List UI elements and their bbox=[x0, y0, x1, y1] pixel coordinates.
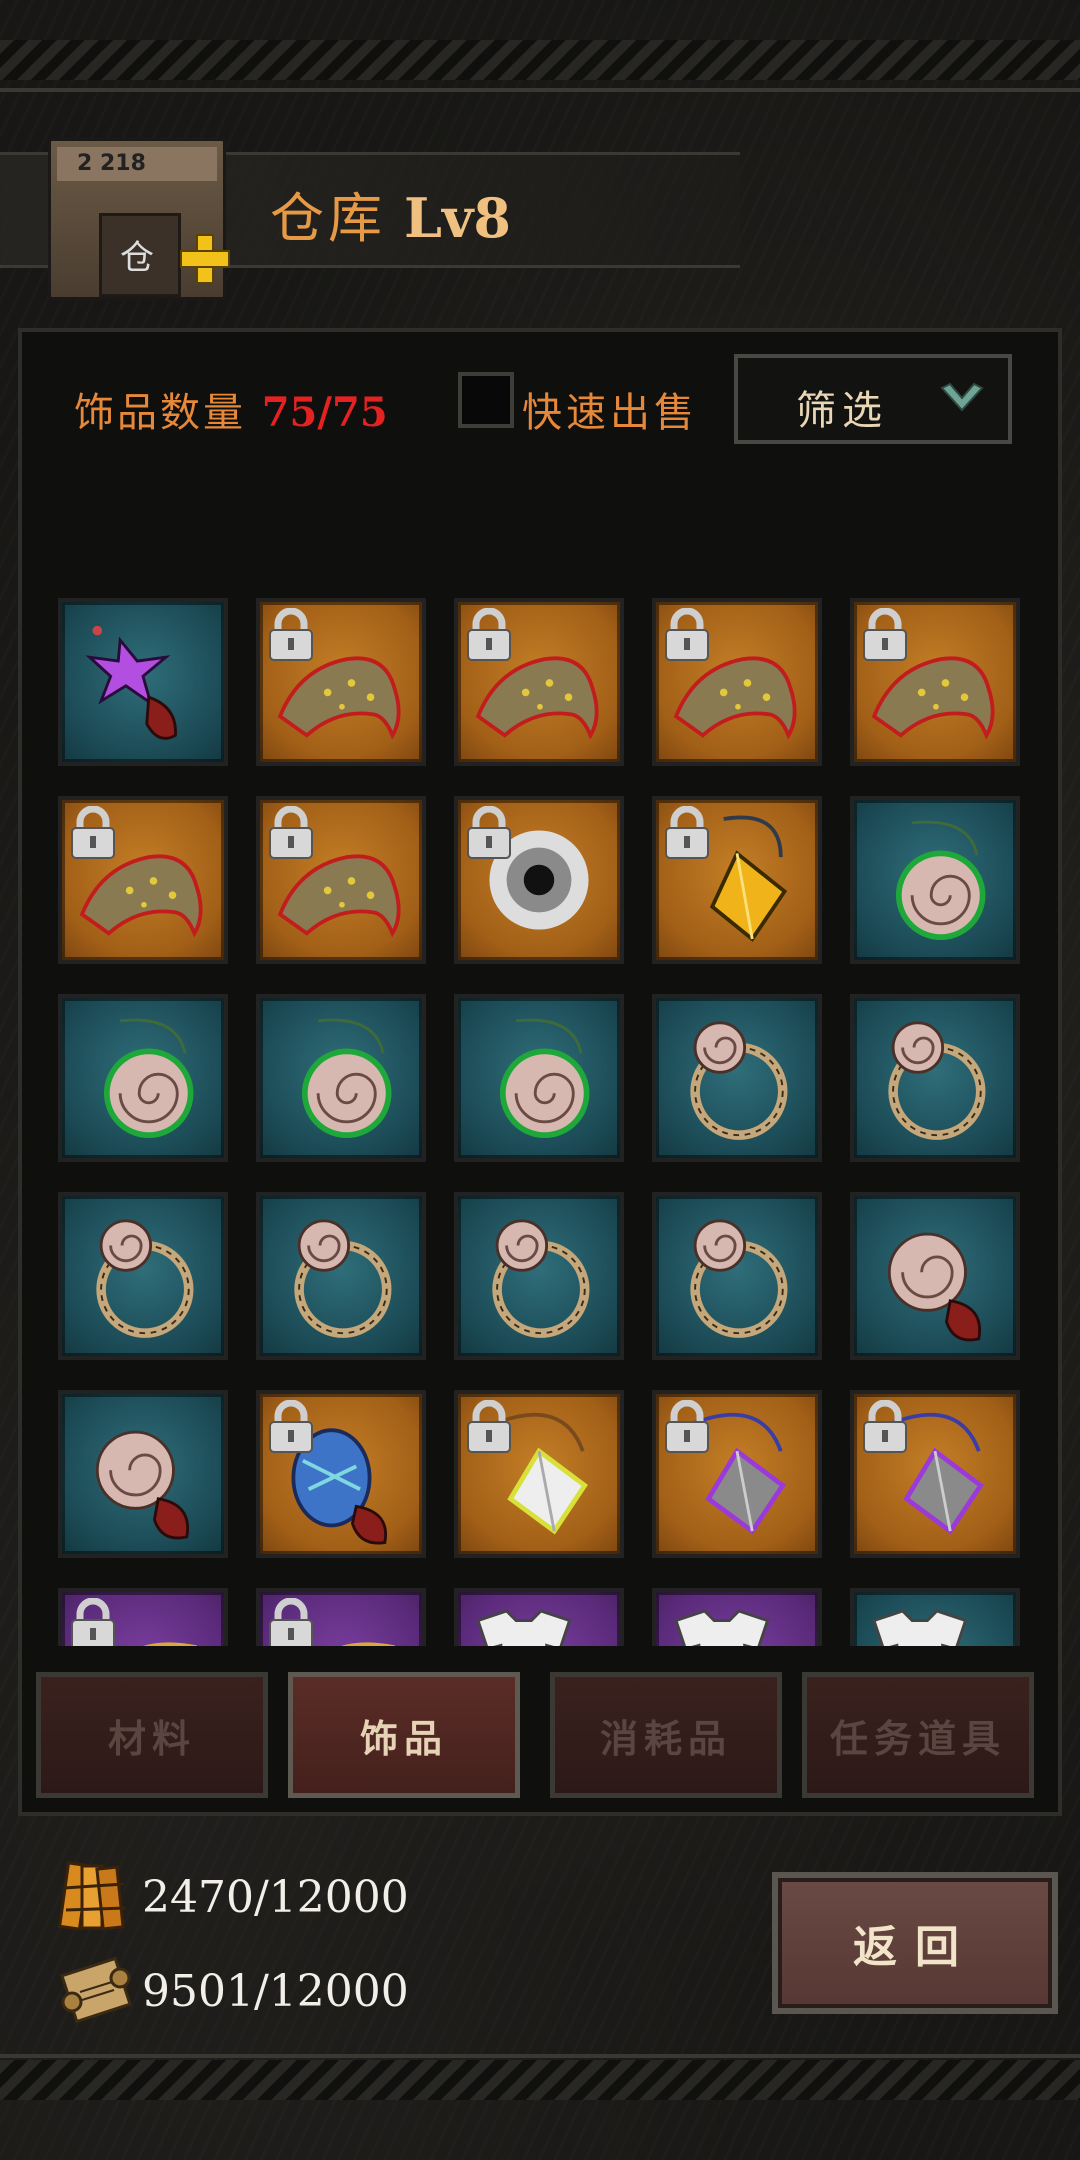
item-slot[interactable] bbox=[256, 1390, 426, 1558]
tab-quest-items[interactable]: 任务道具 bbox=[802, 1672, 1034, 1798]
item-slot[interactable] bbox=[256, 1588, 426, 1646]
item-count-value: 75/75 bbox=[261, 389, 388, 436]
item-slot[interactable] bbox=[58, 796, 228, 964]
item-slot[interactable] bbox=[850, 1390, 1020, 1558]
item-slot[interactable] bbox=[652, 1390, 822, 1558]
lock-icon bbox=[266, 608, 316, 662]
item-slot[interactable] bbox=[652, 1192, 822, 1360]
item-slot[interactable] bbox=[256, 1192, 426, 1360]
level-text: Lv8 bbox=[404, 186, 511, 250]
title-text: 仓库 bbox=[270, 187, 386, 250]
building-door-label: 仓 bbox=[120, 238, 154, 278]
item-slot[interactable] bbox=[652, 994, 822, 1162]
item-slot[interactable] bbox=[850, 1588, 1020, 1646]
item-slot[interactable] bbox=[652, 598, 822, 766]
lock-icon bbox=[266, 1400, 316, 1454]
tab-materials[interactable]: 材料 bbox=[36, 1672, 268, 1798]
back-label: 返回 bbox=[853, 1922, 977, 1973]
tab-accessories[interactable]: 饰品 bbox=[288, 1672, 520, 1798]
lock-icon bbox=[662, 1400, 712, 1454]
category-tabs: 材料 饰品 消耗品 任务道具 bbox=[36, 1672, 1046, 1804]
item-slot[interactable] bbox=[58, 1390, 228, 1558]
scroll-icon bbox=[56, 1952, 140, 2032]
lock-icon bbox=[464, 608, 514, 662]
item-slot[interactable] bbox=[256, 796, 426, 964]
warehouse-header: 2 218 仓 仓库 Lv8 bbox=[0, 120, 1080, 300]
top-divider bbox=[0, 88, 1080, 92]
lock-icon bbox=[68, 1598, 118, 1646]
item-slot[interactable] bbox=[454, 1390, 624, 1558]
bottom-decor-band bbox=[0, 2060, 1080, 2100]
bottom-divider bbox=[0, 2054, 1080, 2058]
tab-consumables[interactable]: 消耗品 bbox=[550, 1672, 782, 1798]
item-slot[interactable] bbox=[454, 796, 624, 964]
item-slot[interactable] bbox=[652, 796, 822, 964]
item-slot[interactable] bbox=[850, 994, 1020, 1162]
scroll-value: 9501/12000 bbox=[142, 1966, 409, 2017]
item-slot[interactable] bbox=[454, 1588, 624, 1646]
upgrade-plus-icon[interactable] bbox=[178, 232, 230, 284]
lock-icon bbox=[464, 806, 514, 860]
item-slot[interactable] bbox=[58, 1192, 228, 1360]
item-slot[interactable] bbox=[652, 1588, 822, 1646]
filter-dropdown[interactable]: 筛选 bbox=[734, 354, 1012, 444]
item-slot[interactable] bbox=[850, 796, 1020, 964]
lock-icon bbox=[662, 608, 712, 662]
item-slot[interactable] bbox=[454, 598, 624, 766]
lock-icon bbox=[860, 608, 910, 662]
wood-value: 2470/12000 bbox=[142, 1872, 409, 1923]
item-slot[interactable] bbox=[850, 1192, 1020, 1360]
item-slot[interactable] bbox=[58, 994, 228, 1162]
lock-icon bbox=[266, 1598, 316, 1646]
lock-icon bbox=[266, 806, 316, 860]
lock-icon bbox=[662, 806, 712, 860]
inventory-panel: 饰品数量 75/75 快速出售 筛选 bbox=[18, 328, 1062, 1816]
back-button[interactable]: 返回 bbox=[772, 1872, 1058, 2014]
quick-sell-label[interactable]: 快速出售 bbox=[522, 380, 698, 438]
filter-label: 筛选 bbox=[796, 388, 888, 434]
item-count: 饰品数量 75/75 bbox=[74, 380, 388, 438]
wood-plank-icon bbox=[56, 1858, 140, 1938]
item-slot[interactable] bbox=[454, 1192, 624, 1360]
lock-icon bbox=[860, 1400, 910, 1454]
page-title: 仓库 Lv8 bbox=[270, 174, 511, 253]
quick-sell-checkbox[interactable] bbox=[458, 372, 514, 428]
lock-icon bbox=[68, 806, 118, 860]
item-slot[interactable] bbox=[454, 994, 624, 1162]
building-sign: 2 218 bbox=[77, 151, 146, 176]
item-slot[interactable] bbox=[850, 598, 1020, 766]
top-decor-band bbox=[0, 40, 1080, 80]
item-slot[interactable] bbox=[256, 598, 426, 766]
item-slot[interactable] bbox=[256, 994, 426, 1162]
item-count-label: 饰品数量 bbox=[74, 390, 246, 436]
item-grid bbox=[58, 598, 1048, 1646]
item-slot[interactable] bbox=[58, 1588, 228, 1646]
chevron-down-icon bbox=[938, 380, 984, 420]
lock-icon bbox=[464, 1400, 514, 1454]
item-slot[interactable] bbox=[58, 598, 228, 766]
